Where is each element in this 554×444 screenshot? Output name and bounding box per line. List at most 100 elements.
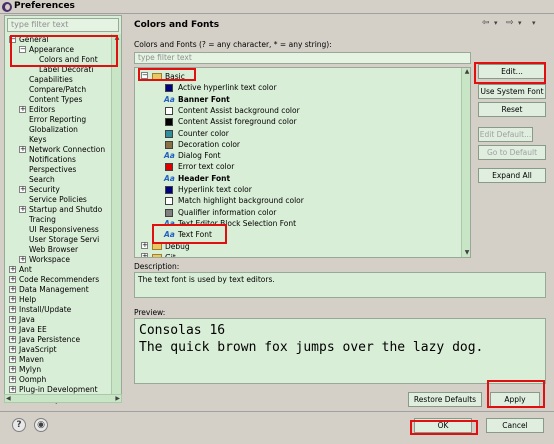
filter-hint: Colors and Fonts (? = any character, * =… xyxy=(134,40,332,49)
colors-tree-item-label: Basic xyxy=(165,72,185,81)
back-arrow-icon[interactable]: ⇦ xyxy=(482,18,490,28)
folder-icon xyxy=(152,253,162,257)
view-menu-icon[interactable]: ▾ xyxy=(532,19,536,27)
collapse-icon[interactable]: − xyxy=(9,36,16,43)
cancel-button[interactable]: Cancel xyxy=(486,418,544,433)
expand-icon[interactable]: + xyxy=(9,296,16,303)
expand-icon[interactable]: + xyxy=(9,366,16,373)
preview-font-name: Consolas 16 xyxy=(139,323,226,338)
preview-sample-text: The quick brown fox jumps over the lazy … xyxy=(139,340,484,355)
tree-item-label: Keys xyxy=(29,135,47,144)
title-bar: Preferences xyxy=(0,0,554,14)
colors-tree-item-label: Text Font xyxy=(178,230,212,240)
expand-icon[interactable]: + xyxy=(9,276,16,283)
colors-tree-item-label: Qualifier information color xyxy=(178,207,277,217)
colors-tree-item-label: Counter color xyxy=(178,128,229,138)
tree-item-label: JavaScript xyxy=(19,345,57,354)
colors-tree-item-label: Text Editor Block Selection Font xyxy=(178,218,297,228)
colors-tree-item-label: Banner Font xyxy=(178,94,230,104)
tree-item-label: Install/Update xyxy=(19,305,72,314)
scroll-left-icon[interactable]: ◀ xyxy=(6,395,11,402)
collapse-icon[interactable]: − xyxy=(141,72,148,79)
expand-icon[interactable]: + xyxy=(19,186,26,193)
scroll-down-icon[interactable]: ▼ xyxy=(463,249,470,257)
apply-button[interactable]: Apply xyxy=(490,392,540,407)
colors-tree-item-label: Decoration color xyxy=(178,139,240,149)
colors-tree-item-label: Git xyxy=(165,252,176,258)
expand-icon[interactable]: + xyxy=(9,266,16,273)
font-icon: Aa xyxy=(164,94,175,104)
reset-button[interactable]: Reset xyxy=(478,102,546,117)
colors-tree-item-label: Error text color xyxy=(178,162,235,172)
scroll-right-icon[interactable]: ▶ xyxy=(115,395,120,402)
back-menu-icon[interactable]: ▾ xyxy=(494,19,498,27)
tree-item-label: Capabilities xyxy=(29,75,73,84)
forward-arrow-icon[interactable]: ⇨ xyxy=(506,18,514,28)
font-icon: Aa xyxy=(164,151,175,161)
expand-icon[interactable]: + xyxy=(9,286,16,293)
tree-item-label: Service Policies xyxy=(29,195,87,204)
help-icon[interactable]: ? xyxy=(12,418,26,432)
tree-item-label: Data Management xyxy=(19,285,89,294)
edit-default-button[interactable]: Edit Default... xyxy=(478,127,533,142)
tree-item-label: Startup and Shutdo xyxy=(29,205,103,214)
expand-icon[interactable]: + xyxy=(9,336,16,343)
tree-item-label: Web Browser xyxy=(29,245,79,254)
edit-button[interactable]: Edit... xyxy=(478,64,546,79)
tree-item-label: Colors and Font xyxy=(39,55,98,64)
colors-filter-input[interactable]: type filter text xyxy=(134,52,471,64)
folder-icon xyxy=(152,242,162,250)
import-export-icon[interactable]: ◉ xyxy=(34,418,48,432)
preview-label: Preview: xyxy=(134,308,166,317)
expand-icon[interactable]: + xyxy=(9,376,16,383)
color-swatch-icon xyxy=(165,129,173,138)
folder-icon xyxy=(152,73,162,80)
restore-defaults-button[interactable]: Restore Defaults xyxy=(408,392,482,407)
left-filter-input[interactable]: type filter text xyxy=(7,18,119,32)
collapse-icon[interactable]: − xyxy=(19,46,26,53)
left-vertical-scrollbar[interactable]: ▲ ▼ xyxy=(111,34,121,402)
tree-item-label: Perspectives xyxy=(29,165,77,174)
colors-tree-item-label: Header Font xyxy=(178,173,231,183)
expand-icon[interactable]: + xyxy=(9,346,16,353)
tree-item-label: Globalization xyxy=(29,125,78,134)
colors-tree-item-label: Content Assist background color xyxy=(178,105,300,115)
expand-icon[interactable]: + xyxy=(9,306,16,313)
description-label: Description: xyxy=(134,262,180,271)
expand-icon[interactable]: + xyxy=(9,316,16,323)
expand-icon[interactable]: + xyxy=(9,356,16,363)
forward-menu-icon[interactable]: ▾ xyxy=(518,19,522,27)
tree-item-label: General xyxy=(19,35,49,44)
colors-tree-scrollbar[interactable]: ▲ ▼ xyxy=(461,68,470,257)
expand-icon[interactable]: + xyxy=(9,326,16,333)
expand-icon[interactable]: + xyxy=(9,386,16,393)
colors-tree-item-label: Debug xyxy=(165,241,190,251)
tree-item-label: Editors xyxy=(29,105,56,114)
tree-item-label: Search xyxy=(29,175,55,184)
expand-icon[interactable]: + xyxy=(141,241,148,249)
left-horizontal-scrollbar[interactable]: ◀ ▶ xyxy=(4,394,122,403)
window-title: Preferences xyxy=(14,1,75,11)
expand-icon[interactable]: + xyxy=(19,106,26,113)
colors-tree-item-label: Content Assist foreground color xyxy=(178,117,297,127)
history-navigation: ⇦ ▾ ⇨ ▾ ▾ xyxy=(482,18,550,30)
expand-icon[interactable]: + xyxy=(19,206,26,213)
colors-tree-item-label: Hyperlink text color xyxy=(178,185,252,194)
ok-button[interactable]: OK xyxy=(414,418,472,433)
scroll-up-icon[interactable]: ▲ xyxy=(463,68,470,76)
tree-item-label: UI Responsiveness xyxy=(29,225,99,234)
preference-tree: − General − Appearance Colors and Font Label … xyxy=(5,34,110,404)
scroll-up-icon[interactable]: ▲ xyxy=(113,34,121,42)
tree-item-label: Code Recommenders xyxy=(19,275,100,284)
tree-item-label: Ant xyxy=(19,265,32,274)
font-icon: Aa xyxy=(164,230,175,240)
go-to-default-button[interactable]: Go to Default xyxy=(478,145,546,160)
expand-icon[interactable]: + xyxy=(19,146,26,153)
expand-icon[interactable]: + xyxy=(19,256,26,263)
preference-navigation: type filter text − General − Appearance Colo… xyxy=(4,15,122,404)
expand-all-button[interactable]: Expand All xyxy=(478,168,546,183)
color-swatch-icon xyxy=(165,140,173,149)
use-system-font-button[interactable]: Use System Font xyxy=(478,84,546,99)
tree-item-label: Java EE xyxy=(19,325,47,334)
expand-icon[interactable]: + xyxy=(141,252,148,257)
